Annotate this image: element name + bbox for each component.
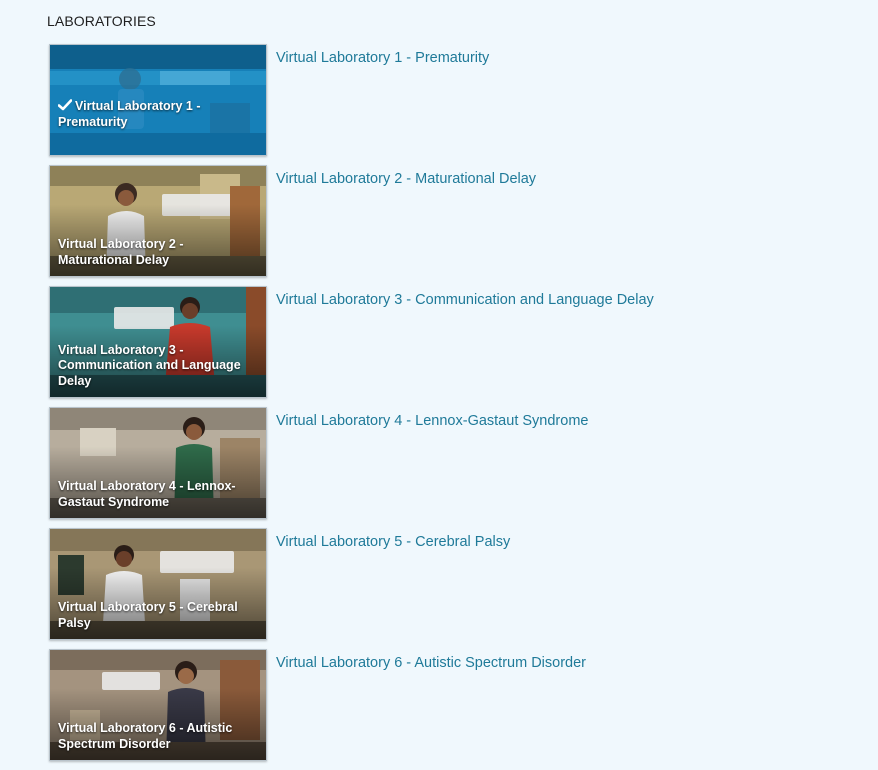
check-icon <box>58 99 72 111</box>
lab-thumbnail[interactable]: Virtual Laboratory 3 - Communication and… <box>49 286 267 398</box>
lab-thumbnail[interactable]: Virtual Laboratory 5 - Cerebral Palsy <box>49 528 267 640</box>
lab-thumbnail-caption-text: Virtual Laboratory 1 - Prematurity <box>58 99 201 129</box>
lab-item: Virtual Laboratory 3 - Communication and… <box>49 286 869 407</box>
lab-thumbnail-caption: Virtual Laboratory 2 - Maturational Dela… <box>58 237 184 267</box>
lab-thumbnail-caption: Virtual Laboratory 1 - Prematurity <box>58 99 258 130</box>
lab-link-2[interactable]: Virtual Laboratory 2 - Maturational Dela… <box>276 171 536 187</box>
lab-item: Virtual Laboratory 1 - Prematurity Virtu… <box>49 44 869 165</box>
lab-thumbnail-caption: Virtual Laboratory 5 - Cerebral Palsy <box>58 600 238 630</box>
lab-thumbnail[interactable]: Virtual Laboratory 1 - Prematurity <box>49 44 267 156</box>
lab-link-1[interactable]: Virtual Laboratory 1 - Prematurity <box>276 50 489 66</box>
lab-list: Virtual Laboratory 1 - Prematurity Virtu… <box>49 44 869 770</box>
lab-thumbnail-caption: Virtual Laboratory 3 - Communication and… <box>58 342 241 388</box>
lab-link-6[interactable]: Virtual Laboratory 6 - Autistic Spectrum… <box>276 655 586 671</box>
lab-item: Virtual Laboratory 6 - Autistic Spectrum… <box>49 649 869 770</box>
lab-item: Virtual Laboratory 4 - Lennox-Gastaut Sy… <box>49 407 869 528</box>
lab-thumbnail[interactable]: Virtual Laboratory 4 - Lennox-Gastaut Sy… <box>49 407 267 519</box>
lab-thumbnail-caption: Virtual Laboratory 4 - Lennox-Gastaut Sy… <box>58 479 236 509</box>
lab-thumbnail[interactable]: Virtual Laboratory 2 - Maturational Dela… <box>49 165 267 277</box>
lab-thumbnail[interactable]: Virtual Laboratory 6 - Autistic Spectrum… <box>49 649 267 761</box>
lab-link-5[interactable]: Virtual Laboratory 5 - Cerebral Palsy <box>276 534 510 550</box>
section-title: LABORATORIES <box>47 13 156 29</box>
lab-item: Virtual Laboratory 2 - Maturational Dela… <box>49 165 869 286</box>
lab-link-3[interactable]: Virtual Laboratory 3 - Communication and… <box>276 292 654 308</box>
lab-item: Virtual Laboratory 5 - Cerebral Palsy Vi… <box>49 528 869 649</box>
lab-thumbnail-caption: Virtual Laboratory 6 - Autistic Spectrum… <box>58 721 233 751</box>
lab-link-4[interactable]: Virtual Laboratory 4 - Lennox-Gastaut Sy… <box>276 413 588 429</box>
